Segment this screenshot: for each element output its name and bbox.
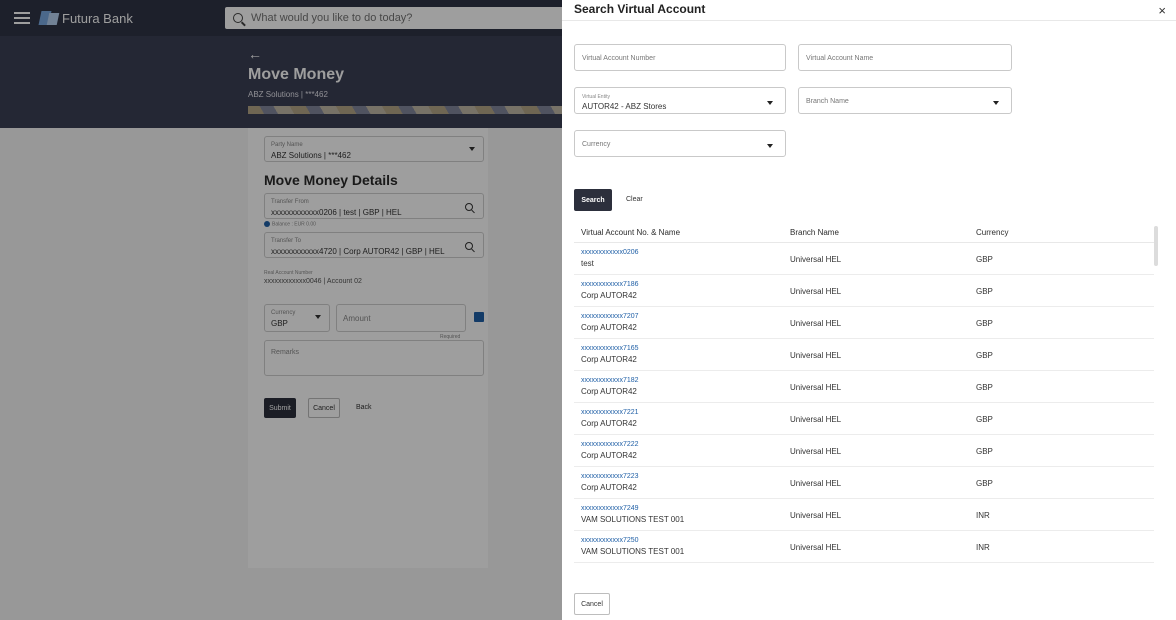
- currency: INR: [976, 543, 990, 552]
- table-row[interactable]: xxxxxxxxxxxx7165 Corp AUTOR42 Universal …: [574, 339, 1154, 371]
- currency: GBP: [976, 255, 993, 264]
- account-number-link[interactable]: xxxxxxxxxxxx7221: [581, 409, 639, 416]
- search-virtual-account-panel: Search Virtual Account × Virtual Account…: [562, 0, 1176, 620]
- currency: GBP: [976, 479, 993, 488]
- currency: GBP: [976, 287, 993, 296]
- virtual-account-name-input[interactable]: Virtual Account Name: [798, 44, 1012, 71]
- virtual-entity-label: Virtual Entity: [582, 94, 610, 100]
- table-row[interactable]: xxxxxxxxxxxx7222 Corp AUTOR42 Universal …: [574, 435, 1154, 467]
- chevron-down-icon: [767, 101, 773, 105]
- branch-name: Universal HEL: [790, 255, 842, 264]
- currency: GBP: [976, 319, 993, 328]
- currency: INR: [976, 511, 990, 520]
- column-header-branch: Branch Name: [790, 228, 839, 237]
- table-row[interactable]: xxxxxxxxxxxx7207 Corp AUTOR42 Universal …: [574, 307, 1154, 339]
- account-number-link[interactable]: xxxxxxxxxxxx7165: [581, 345, 639, 352]
- close-icon[interactable]: ×: [1158, 3, 1166, 18]
- currency: GBP: [976, 351, 993, 360]
- panel-title: Search Virtual Account: [574, 2, 706, 16]
- account-name: Corp AUTOR42: [581, 291, 637, 300]
- virtual-entity-select[interactable]: Virtual Entity AUTOR42 - ABZ Stores: [574, 87, 786, 114]
- branch-name: Universal HEL: [790, 511, 842, 520]
- results-table-body: xxxxxxxxxxxx0206 test Universal HEL GBP …: [574, 243, 1154, 568]
- modal-cancel-button[interactable]: Cancel: [574, 593, 610, 615]
- column-header-currency: Currency: [976, 228, 1009, 237]
- branch-name: Universal HEL: [790, 447, 842, 456]
- virtual-account-name-placeholder: Virtual Account Name: [806, 55, 874, 62]
- account-number-link[interactable]: xxxxxxxxxxxx7250: [581, 537, 639, 544]
- table-row[interactable]: xxxxxxxxxxxx7250 VAM SOLUTIONS TEST 001 …: [574, 531, 1154, 563]
- currency-filter-select[interactable]: Currency: [574, 130, 786, 157]
- account-name: test: [581, 259, 594, 268]
- account-number-link[interactable]: xxxxxxxxxxxx7249: [581, 505, 639, 512]
- branch-name: Universal HEL: [790, 479, 842, 488]
- table-row[interactable]: xxxxxxxxxxxx7223 Corp AUTOR42 Universal …: [574, 467, 1154, 499]
- branch-name: Universal HEL: [790, 319, 842, 328]
- branch-name: Universal HEL: [790, 543, 842, 552]
- title-divider: [562, 20, 1176, 21]
- table-row[interactable]: xxxxxxxxxxxx7221 Corp AUTOR42 Universal …: [574, 403, 1154, 435]
- currency: GBP: [976, 447, 993, 456]
- branch-name: Universal HEL: [790, 287, 842, 296]
- account-number-link[interactable]: xxxxxxxxxxxx7182: [581, 377, 639, 384]
- currency: GBP: [976, 383, 993, 392]
- account-name: Corp AUTOR42: [581, 387, 637, 396]
- table-row[interactable]: xxxxxxxxxxxx7186 Corp AUTOR42 Universal …: [574, 275, 1154, 307]
- account-name: Corp AUTOR42: [581, 419, 637, 428]
- account-number-link[interactable]: xxxxxxxxxxxx7223: [581, 473, 639, 480]
- results-table-header: Virtual Account No. & Name Branch Name C…: [574, 221, 1154, 243]
- branch-name: Universal HEL: [790, 415, 842, 424]
- account-number-link[interactable]: xxxxxxxxxxxx7186: [581, 281, 639, 288]
- virtual-entity-value: AUTOR42 - ABZ Stores: [582, 102, 667, 111]
- virtual-account-number-placeholder: Virtual Account Number: [582, 55, 656, 62]
- currency-filter-placeholder: Currency: [582, 141, 611, 148]
- account-name: VAM SOLUTIONS TEST 001: [581, 515, 685, 524]
- account-number-link[interactable]: xxxxxxxxxxxx7207: [581, 313, 639, 320]
- currency: GBP: [976, 415, 993, 424]
- account-name: VAM SOLUTIONS TEST 001: [581, 547, 685, 556]
- chevron-down-icon: [767, 144, 773, 148]
- account-name: Corp AUTOR42: [581, 451, 637, 460]
- account-name: Corp AUTOR42: [581, 355, 637, 364]
- branch-name-select[interactable]: Branch Name: [798, 87, 1012, 114]
- clear-button[interactable]: Clear: [626, 196, 643, 203]
- branch-name: Universal HEL: [790, 383, 842, 392]
- branch-name-placeholder: Branch Name: [806, 98, 849, 105]
- account-name: Corp AUTOR42: [581, 323, 637, 332]
- results-scrollbar[interactable]: [1154, 226, 1158, 266]
- branch-name: Universal HEL: [790, 351, 842, 360]
- virtual-account-number-input[interactable]: Virtual Account Number: [574, 44, 786, 71]
- column-header-account: Virtual Account No. & Name: [581, 228, 681, 237]
- table-row[interactable]: xxxxxxxxxxxx0206 test Universal HEL GBP: [574, 243, 1154, 275]
- search-button[interactable]: Search: [574, 189, 612, 211]
- account-name: Corp AUTOR42: [581, 483, 637, 492]
- table-row[interactable]: xxxxxxxxxxxx7182 Corp AUTOR42 Universal …: [574, 371, 1154, 403]
- account-number-link[interactable]: xxxxxxxxxxxx0206: [581, 249, 639, 256]
- table-row[interactable]: xxxxxxxxxxxx7249 VAM SOLUTIONS TEST 001 …: [574, 499, 1154, 531]
- modal-backdrop[interactable]: [0, 0, 562, 620]
- chevron-down-icon: [993, 101, 999, 105]
- account-number-link[interactable]: xxxxxxxxxxxx7222: [581, 441, 639, 448]
